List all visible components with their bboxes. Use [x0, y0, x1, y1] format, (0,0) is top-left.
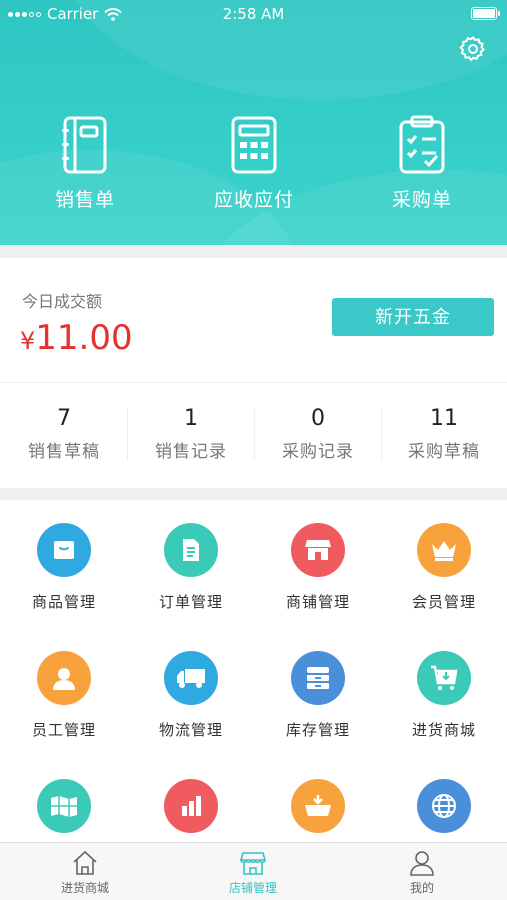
stat-count: 1: [184, 406, 198, 431]
feature-icon-circle: [37, 651, 91, 705]
feature-icon-circle: [291, 779, 345, 833]
feature-store-management[interactable]: 商铺管理: [255, 523, 381, 612]
feature-icon-circle: [291, 523, 345, 577]
feature-icon-circle: [291, 651, 345, 705]
tab-mine[interactable]: 我的: [362, 849, 482, 896]
stat-label: 采购草稿: [408, 442, 480, 462]
feature-logistics-management[interactable]: 物流管理: [128, 651, 254, 740]
feature-label: 商品管理: [31, 593, 96, 611]
notebook-icon: [62, 116, 107, 174]
calculator-icon: [231, 116, 277, 174]
tab-purchase-mall[interactable]: 进货商城: [25, 849, 145, 896]
feature-order-management[interactable]: 订单管理: [128, 523, 254, 612]
store-icon: [239, 852, 267, 875]
stat-sales-records[interactable]: 1 销售记录: [128, 406, 254, 462]
app-screen: Carrier 2:58 AM 销售单 应收应付 采购单 今日成交额 ¥11.0…: [0, 0, 507, 900]
feature-member-management[interactable]: 会员管理: [381, 523, 507, 612]
quick-action-label: 采购单: [391, 189, 452, 211]
feature-product-management[interactable]: 商品管理: [1, 523, 127, 612]
feature-icon-circle: [164, 779, 218, 833]
feature-inventory-management[interactable]: 库存管理: [255, 651, 381, 740]
bar-chart-icon: [182, 796, 201, 816]
quick-action-receivables[interactable]: 应收应付: [194, 115, 314, 212]
battery-icon: [471, 7, 500, 20]
feature-icon-circle: [417, 523, 471, 577]
feature-basket[interactable]: [255, 779, 381, 842]
user-icon: [410, 851, 434, 876]
feature-grid: 商品管理 订单管理 商铺管理 会员管理 员工管理 物流管理 库存管理 进货商城: [0, 500, 507, 842]
document-icon: [183, 539, 199, 561]
drawers-icon: [307, 667, 329, 689]
shopping-bag-icon: [54, 541, 74, 559]
feature-label: 会员管理: [411, 593, 476, 611]
tab-label: 店铺管理: [228, 881, 277, 895]
crown-icon: [432, 541, 456, 561]
divider: [0, 382, 507, 383]
stat-purchase-drafts[interactable]: 11 采购草稿: [381, 406, 507, 462]
feature-purchase-mall[interactable]: 进货商城: [381, 651, 507, 740]
feature-icon-circle: [417, 779, 471, 833]
stat-label: 销售草稿: [28, 442, 100, 462]
feature-label: 员工管理: [31, 721, 96, 739]
stat-purchase-records[interactable]: 0 采购记录: [255, 406, 381, 462]
header-banner: Carrier 2:58 AM 销售单 应收应付 采购单: [0, 0, 507, 245]
storefront-icon: [305, 540, 331, 560]
feature-network[interactable]: [381, 779, 507, 842]
feature-staff-management[interactable]: 员工管理: [1, 651, 127, 740]
feature-reports[interactable]: [128, 779, 254, 842]
status-bar: Carrier 2:58 AM: [0, 0, 507, 28]
feature-label: 订单管理: [158, 593, 223, 611]
tab-label: 我的: [409, 881, 434, 895]
feature-icon-circle: [417, 651, 471, 705]
globe-icon: [432, 794, 456, 818]
new-hardware-order-button[interactable]: 新开五金: [332, 298, 494, 336]
settings-gear-icon[interactable]: [459, 35, 487, 63]
tab-label: 进货商城: [60, 881, 109, 895]
today-turnover-amount: ¥11.00: [20, 318, 133, 358]
status-time: 2:58 AM: [222, 5, 285, 23]
feature-map[interactable]: [1, 779, 127, 842]
feature-icon-circle: [164, 523, 218, 577]
stat-label: 销售记录: [155, 442, 227, 462]
tab-store-management[interactable]: 店铺管理: [193, 849, 313, 896]
feature-label: 库存管理: [285, 721, 350, 739]
currency-symbol: ¥: [20, 327, 36, 355]
stat-count: 11: [430, 406, 458, 431]
feature-icon-circle: [37, 523, 91, 577]
today-panel: 今日成交额 ¥11.00 新开五金 7 销售草稿 1 销售记录 0 采购记录 1…: [0, 258, 507, 488]
amount-value: 11.00: [35, 318, 133, 358]
quick-action-label: 销售单: [54, 189, 115, 211]
bottom-tab-bar: 进货商城 店铺管理 我的: [0, 842, 507, 900]
feature-label: 物流管理: [158, 721, 223, 739]
stat-count: 0: [311, 406, 325, 431]
checklist-clipboard-icon: [399, 115, 445, 174]
quick-action-sales-order[interactable]: 销售单: [25, 115, 145, 212]
feature-label: 商铺管理: [285, 593, 350, 611]
stat-count: 7: [57, 406, 71, 431]
today-turnover-label: 今日成交额: [22, 292, 103, 311]
truck-icon: [177, 669, 205, 688]
house-icon: [73, 850, 97, 875]
person-icon: [53, 668, 75, 690]
map-icon: [51, 796, 77, 817]
stat-sales-drafts[interactable]: 7 销售草稿: [1, 406, 127, 462]
basket-icon: [305, 795, 331, 816]
quick-action-label: 应收应付: [213, 189, 294, 211]
stat-label: 采购记录: [282, 442, 354, 462]
feature-icon-circle: [37, 779, 91, 833]
feature-icon-circle: [164, 651, 218, 705]
cart-download-icon: [431, 665, 458, 690]
feature-label: 进货商城: [411, 721, 476, 739]
quick-action-purchase-order[interactable]: 采购单: [362, 115, 482, 212]
